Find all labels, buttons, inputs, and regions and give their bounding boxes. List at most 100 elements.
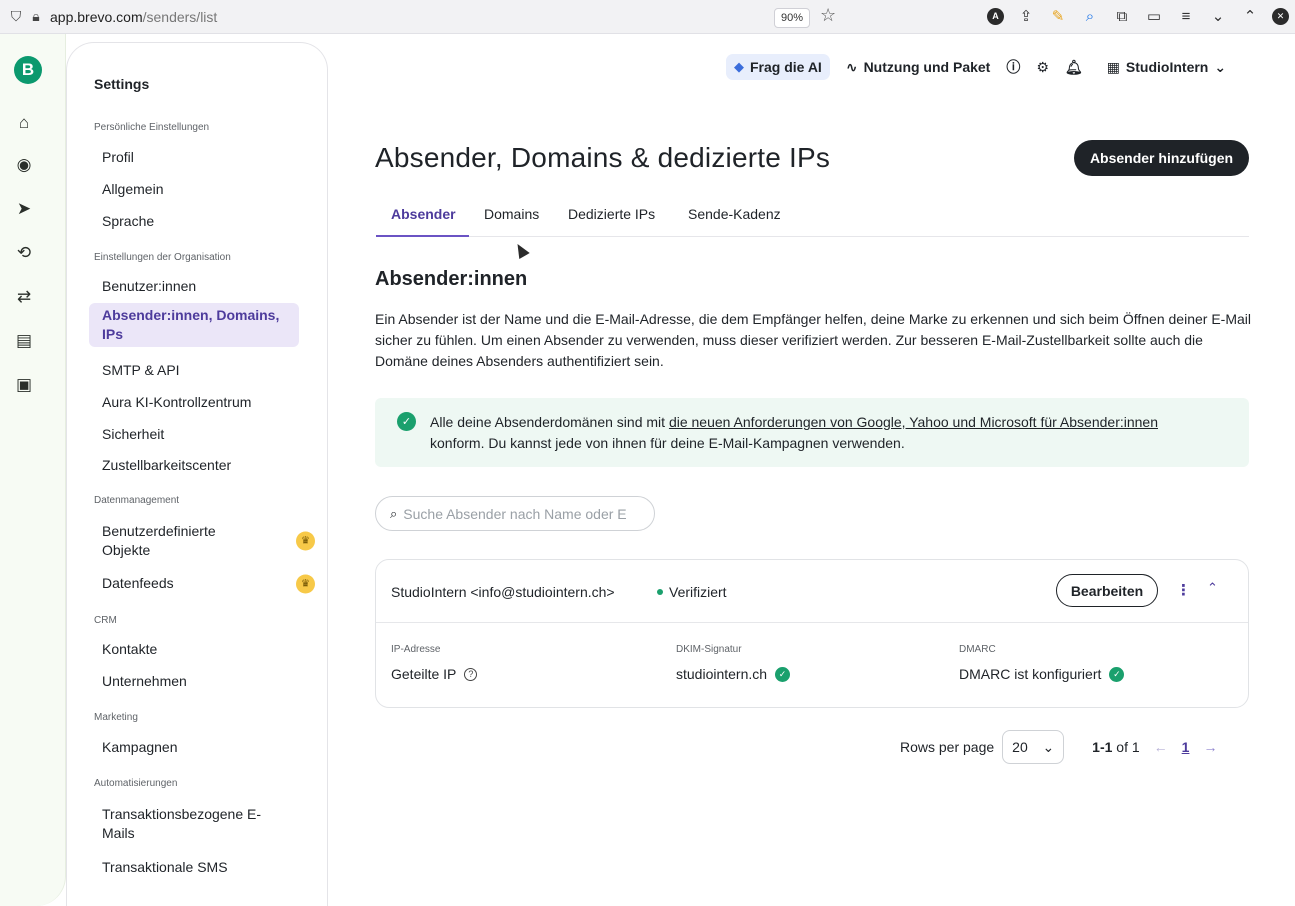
tab-senders[interactable]: Absender xyxy=(391,206,456,222)
notice-prefix: Alle deine Absenderdomänen sind mit xyxy=(430,414,669,430)
tab-bar: Absender Domains Dedizierte IPs Sende-Ka… xyxy=(376,196,1249,237)
sidebar-item-contacts[interactable]: Kontakte xyxy=(89,637,299,662)
check-circle-icon: ✓ xyxy=(1109,666,1125,682)
sidebar-item-sprache[interactable]: Sprache xyxy=(89,209,299,234)
settings-gear-icon[interactable]: ⚙ xyxy=(1036,59,1049,76)
help-icon[interactable]: ? xyxy=(464,667,478,681)
browser-toolbar: ⛉ 🔒︎ app.brevo.com/senders/list 90% ☆ A … xyxy=(0,0,1295,34)
sales-icon[interactable]: ▣ xyxy=(11,372,37,398)
dmarc-value: DMARC ist konfiguriert ✓ xyxy=(959,666,1125,682)
dmarc-header: DMARC xyxy=(959,644,996,655)
automations-icon[interactable]: ⟲ xyxy=(11,240,37,266)
lock-icon[interactable]: 🔒︎ xyxy=(26,7,46,27)
help-icon[interactable]: ⓘ xyxy=(1006,57,1020,77)
transactional-icon[interactable]: ⇄ xyxy=(11,284,37,310)
sidebar-item-transactional-sms[interactable]: Transaktionale SMS xyxy=(89,855,299,880)
ip-address-header: IP-Adresse xyxy=(391,644,441,655)
home-icon[interactable]: ⌂ xyxy=(11,110,37,136)
search-extension-icon[interactable]: ⌕ xyxy=(1080,5,1100,27)
sidebar-section-header: Persönliche Einstellungen xyxy=(94,122,210,133)
check-circle-icon: ✓ xyxy=(397,412,416,431)
sidebar-item-aura[interactable]: Aura KI-Kontrollzentrum xyxy=(89,390,299,415)
tab-domains[interactable]: Domains xyxy=(484,206,539,222)
chevron-down-icon: ⌄ xyxy=(1214,58,1227,75)
ip-address-value: Geteilte IP? xyxy=(391,666,478,682)
dkim-header: DKIM-Signatur xyxy=(676,644,742,655)
more-options-icon[interactable]: ⋮ xyxy=(1176,581,1191,599)
address-bar[interactable]: app.brevo.com/senders/list xyxy=(50,9,217,25)
building-icon: ▦ xyxy=(1106,58,1120,75)
page-number-button[interactable]: 1 xyxy=(1182,739,1190,755)
sidebar-item-companies[interactable]: Unternehmen xyxy=(89,669,299,694)
dkim-value: studiointern.ch ✓ xyxy=(676,666,791,682)
organization-switcher[interactable]: ▦ StudioIntern ⌄ xyxy=(1107,59,1226,76)
notification-bell-icon[interactable]: 🔔︎ xyxy=(1065,59,1083,76)
url-path: /senders/list xyxy=(142,8,218,25)
tab-dedicated-ips[interactable]: Dedizierte IPs xyxy=(568,206,655,222)
page-range: 1-1 of 1 xyxy=(1092,739,1139,755)
sidebar-section-header: Einstellungen der Organisation xyxy=(94,252,231,263)
crown-icon: ♛ xyxy=(296,531,315,551)
rows-per-page-label: Rows per page xyxy=(900,739,995,755)
sidebar-item-security[interactable]: Sicherheit xyxy=(89,422,299,447)
contacts-icon[interactable]: ◉ xyxy=(11,152,37,178)
usage-plan-button[interactable]: ∿ Nutzung und Paket xyxy=(846,59,991,76)
sidebar-item-transactional-emails[interactable]: Transaktionsbezogene E-Mails xyxy=(89,802,299,846)
campaigns-icon[interactable]: ➤ xyxy=(11,196,37,222)
sidebar-item-allgemein[interactable]: Allgemein xyxy=(89,177,299,202)
check-circle-icon: ✓ xyxy=(775,666,791,682)
chevron-down-icon[interactable]: ⌄ xyxy=(1208,5,1228,27)
sidebar-item-custom-objects[interactable]: Benutzerdefinierte Objekte ♛ xyxy=(89,519,315,563)
sidebar-item-users[interactable]: Benutzer:innen xyxy=(89,274,299,299)
sidebar-section-header: CRM xyxy=(94,615,117,626)
search-input[interactable] xyxy=(403,505,639,522)
settings-sidebar: Settings Persönliche Einstellungen Profi… xyxy=(66,42,328,906)
top-header: ◆ Frag die AI ∿ Nutzung und Paket ⓘ ⚙ 🔔︎… xyxy=(726,54,1226,80)
shield-icon[interactable]: ⛉ xyxy=(6,7,26,27)
ask-ai-button[interactable]: ◆ Frag die AI xyxy=(726,54,830,80)
sidebar-item-deliverability[interactable]: Zustellbarkeitscenter xyxy=(89,453,299,478)
share-icon[interactable]: ⇪ xyxy=(1016,5,1036,27)
bookmark-star-icon[interactable]: ☆ xyxy=(820,5,836,26)
url-host: app.brevo.com xyxy=(50,8,143,25)
page-title: Absender, Domains & dedizierte IPs xyxy=(375,142,831,173)
ip-address-label: Geteilte IP xyxy=(391,666,457,682)
tab-send-cadence[interactable]: Sende-Kadenz xyxy=(688,206,781,222)
extension-a-icon[interactable]: A xyxy=(987,7,1004,25)
sidebar-item-campaigns[interactable]: Kampagnen xyxy=(89,735,299,760)
edit-button[interactable]: Bearbeiten xyxy=(1056,574,1158,607)
sidebar-item-datafeeds[interactable]: Datenfeeds ♛ xyxy=(89,571,315,596)
menu-icon[interactable]: ≡ xyxy=(1176,5,1196,27)
status-label: Verifiziert xyxy=(669,584,727,600)
extension-badge-icon[interactable]: ✎ xyxy=(1048,5,1068,27)
sidebar-item-label: Datenfeeds xyxy=(102,575,174,591)
notice-suffix: konform. Du kannst jede von ihnen für de… xyxy=(430,435,905,451)
previous-page-icon[interactable]: ← xyxy=(1154,739,1168,755)
tab-overview-icon[interactable]: ⧉ xyxy=(1112,5,1132,27)
close-icon[interactable]: ✕ xyxy=(1272,7,1289,25)
sidebar-section-header: Marketing xyxy=(94,712,138,723)
add-sender-button[interactable]: Absender hinzufügen xyxy=(1074,140,1249,176)
sidebar-title: Settings xyxy=(94,76,150,92)
conversations-icon[interactable]: ▤ xyxy=(11,328,37,354)
zoom-indicator[interactable]: 90% xyxy=(774,8,811,28)
rows-per-page-select[interactable]: 20 ⌄ xyxy=(1002,730,1065,764)
sender-name-email: StudioIntern <info@studiointern.ch> xyxy=(391,584,615,600)
page-range-rest: of 1 xyxy=(1112,739,1140,755)
chevron-up-icon[interactable]: ⌃ xyxy=(1207,580,1218,596)
sidebar-item-senders-domains-ips[interactable]: Absender:innen, Domains, IPs xyxy=(89,303,299,347)
sidebar-item-smtp-api[interactable]: SMTP & API xyxy=(89,358,299,383)
brevo-logo[interactable]: B xyxy=(14,56,42,84)
sender-search: ⌕ xyxy=(375,496,655,531)
sidebar-item-profil[interactable]: Profil xyxy=(89,145,299,170)
chevron-up-icon[interactable]: ⌃ xyxy=(1240,5,1260,27)
status-dot xyxy=(657,589,663,595)
requirements-link[interactable]: die neuen Anforderungen von Google, Yaho… xyxy=(669,414,1158,430)
section-title: Absender:innen xyxy=(375,268,528,290)
sidebar-item-label: Transaktionsbezogene E-Mails xyxy=(102,806,262,841)
compliance-notice: ✓ Alle deine Absenderdomänen sind mit di… xyxy=(375,398,1249,467)
next-page-icon[interactable]: → xyxy=(1203,739,1217,755)
search-icon: ⌕ xyxy=(390,505,398,521)
dkim-domain: studiointern.ch xyxy=(676,666,768,682)
sidebar-toggle-icon[interactable]: ▭ xyxy=(1144,5,1164,27)
